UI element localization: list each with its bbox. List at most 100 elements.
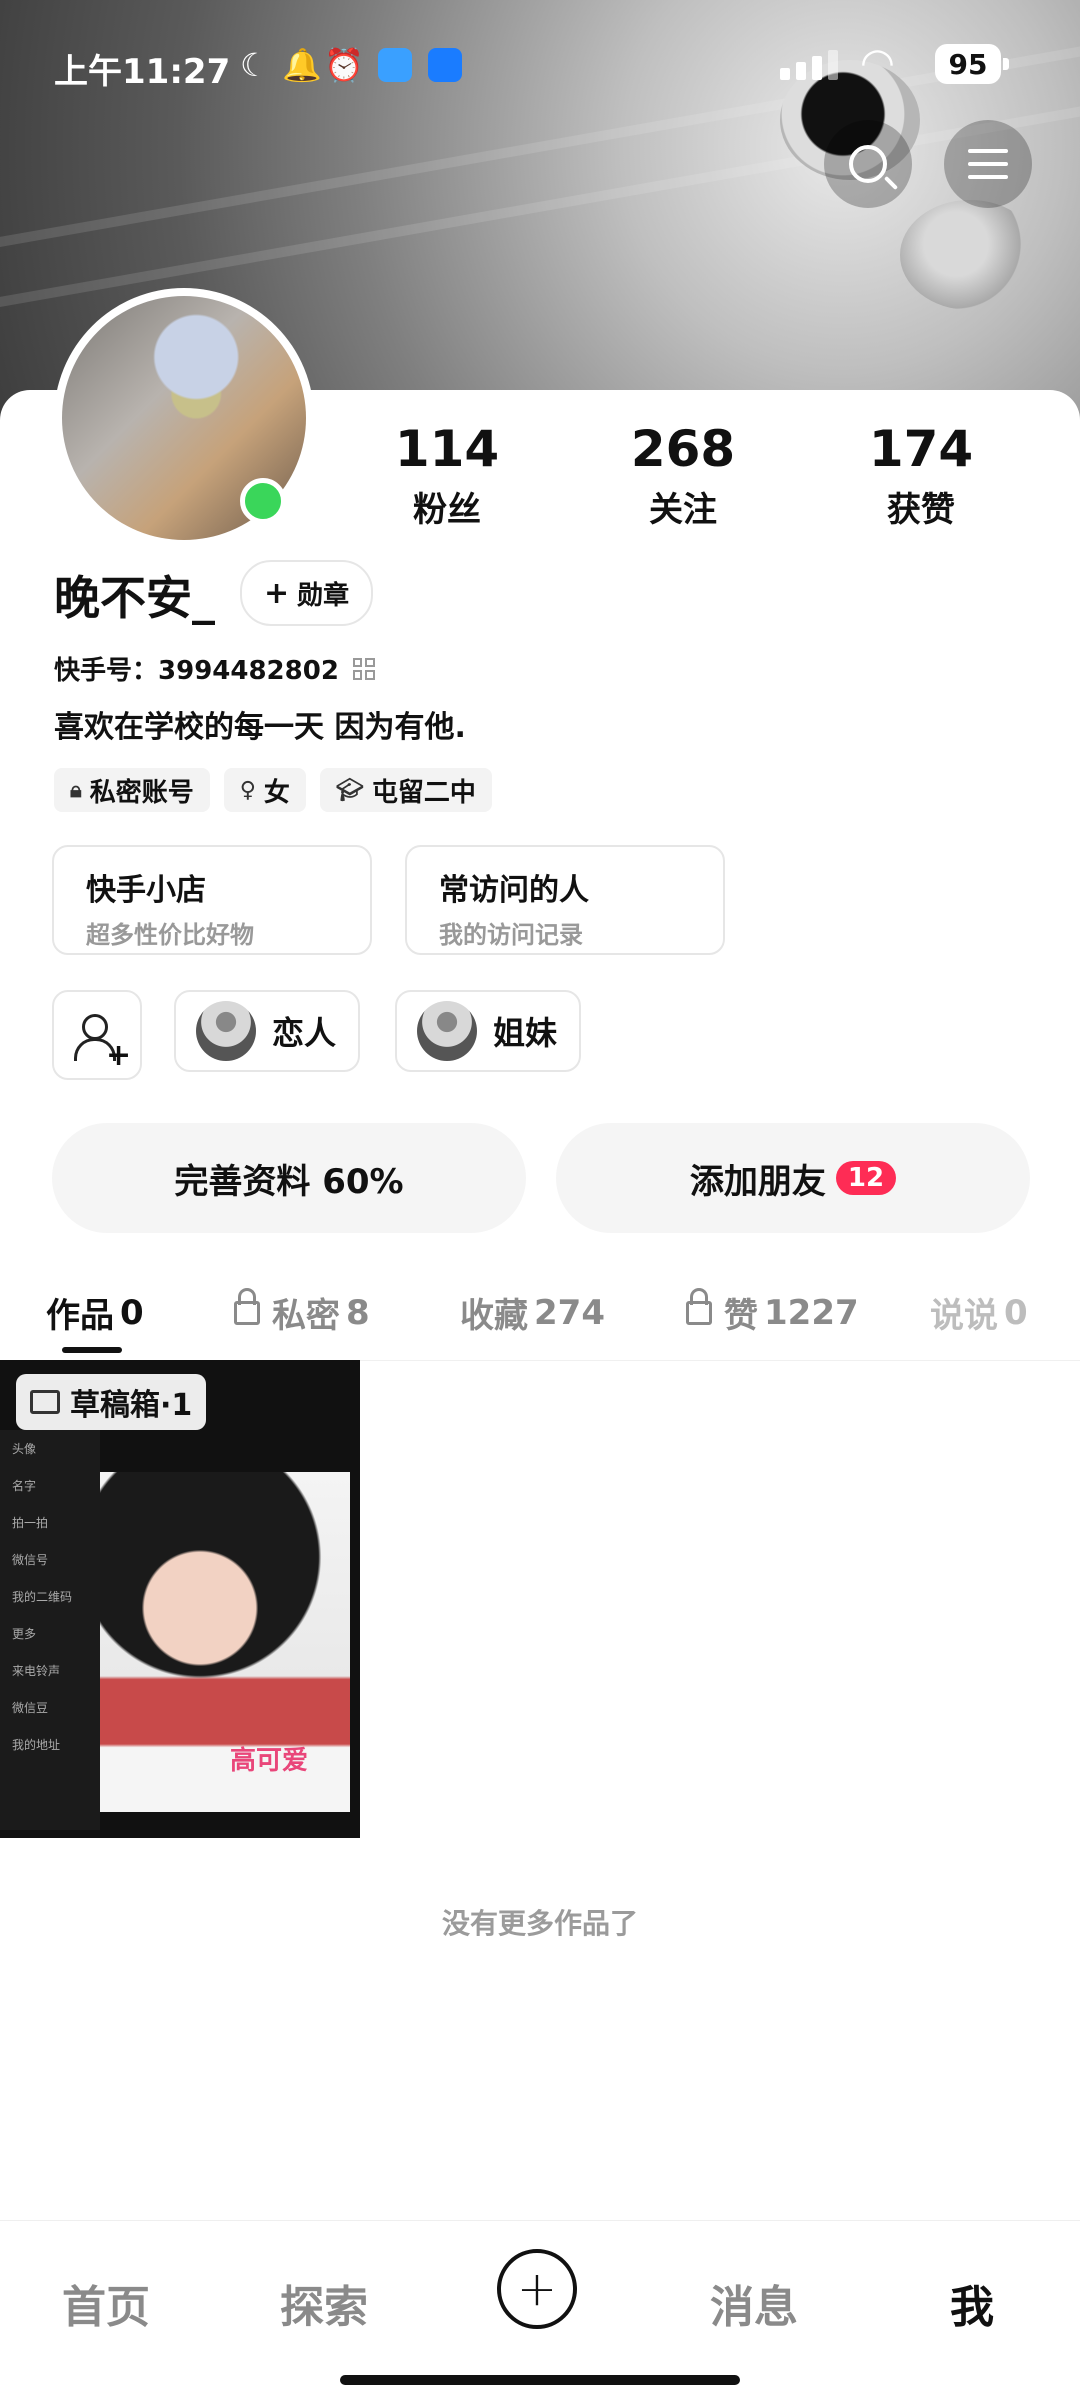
create-button[interactable]: + [497,2249,577,2329]
thumbnail-menu-item: 微信豆 [12,1701,49,1715]
menu-icon-bar [968,162,1008,166]
tab-likes[interactable]: 赞 1227 [686,1287,859,1337]
tab-label: 作品 [46,1296,114,1336]
qr-code-icon[interactable] [352,657,375,680]
thumbnail-menu-item: 来电铃声 [12,1664,61,1678]
folder-icon [30,1390,60,1414]
plus-icon: + [106,1038,132,1073]
badge-button-label: 勋章 [297,580,350,611]
plus-icon: + [264,575,290,611]
stat-label: 获赞 [887,490,955,530]
add-friends-count-badge: 12 [835,1161,897,1195]
card-subtitle: 超多性价比好物 [86,921,254,949]
kuaishou-id-row[interactable]: 快手号：3994482802 [54,650,375,687]
lock-icon: 🔒︎ [70,777,82,803]
menu-button[interactable] [944,120,1032,208]
cover-cat-nose [900,200,1040,310]
stat-following[interactable]: 268 关注 [608,420,758,531]
complete-profile-label: 完善资料 60% [174,1161,404,1202]
thumbnail-menu-item: 头像 [12,1442,37,1456]
nav-me[interactable]: 我 [950,2271,994,2335]
drafts-text: 草稿箱·1 [70,1388,193,1423]
relation-avatar [196,1001,256,1061]
app-notification-icon [378,48,412,82]
lock-icon [686,1287,712,1325]
tag-label: 屯留二中 [371,777,476,808]
thumbnail-sticker: 高可爱 [230,1746,309,1776]
tab-label: 赞 [724,1296,758,1336]
tab-count: 8 [346,1292,370,1333]
app-store-icon [428,48,462,82]
bell-icon: 🔔 [282,46,322,84]
search-button[interactable] [824,120,912,208]
tag-school[interactable]: 🎓︎ 屯留二中 [319,768,492,812]
drafts-thumbnail[interactable]: 头像 名字 拍一拍 微信号 我的二维码 更多 来电铃声 微信豆 我的地址 高可爱… [0,1360,360,1838]
relation-avatar [417,1001,477,1061]
stat-value: 114 [394,420,500,478]
graduation-cap-icon: 🎓︎ [335,777,364,803]
stat-followers[interactable]: 114 粉丝 [372,420,522,531]
card-subtitle: 我的访问记录 [439,921,583,949]
tag-gender[interactable]: ♀ 女 [223,768,306,812]
shop-card[interactable]: 快手小店 超多性价比好物 [52,845,372,955]
alarm-icon: ⏰ [324,46,364,84]
nav-messages[interactable]: 消息 [710,2271,798,2335]
status-bar: 上午11:27 ☾ 🔔 ⏰ ◠ 95 [0,0,1080,110]
plus-icon: + [516,2261,558,2317]
nav-home[interactable]: 首页 [62,2271,150,2335]
badge-button[interactable]: + 勋章 [240,560,374,626]
relation-sister[interactable]: 姐妹 [395,990,582,1072]
stat-label: 粉丝 [413,490,481,530]
tab-moments[interactable]: 说说 0 [930,1288,1028,1337]
nav-explore[interactable]: 探索 [280,2271,368,2335]
tag-private-account[interactable]: 🔒︎ 私密账号 [54,768,210,812]
profile-tags: 🔒︎ 私密账号 ♀ 女 🎓︎ 屯留二中 [54,768,492,812]
add-friends-label: 添加朋友 [689,1161,826,1202]
no-more-works-text: 没有更多作品了 [441,1907,638,1940]
drafts-label: 草稿箱·1 [16,1374,207,1430]
tab-works[interactable]: 作品 0 [46,1288,144,1337]
tab-favorites[interactable]: 收藏 274 [460,1288,605,1337]
thumbnail-settings-list: 头像 名字 拍一拍 微信号 我的二维码 更多 来电铃声 微信豆 我的地址 [0,1430,100,1830]
menu-icon-bar [968,175,1008,179]
tab-count: 0 [120,1292,144,1333]
card-title: 快手小店 [86,873,206,908]
tab-label: 说说 [930,1296,998,1336]
relation-lover[interactable]: 恋人 [174,990,361,1072]
content-tabs: 作品 0 私密 8 收藏 274 赞 1227 说说 0 [0,1270,1080,1361]
add-person-icon [82,1014,108,1040]
thumbnail-menu-item: 微信号 [12,1553,49,1567]
stat-likes[interactable]: 174 获赞 [846,420,996,531]
moon-icon: ☾ [240,46,269,84]
menu-icon [968,149,1008,153]
online-indicator [240,478,286,524]
thumbnail-menu-item: 拍一拍 [12,1516,49,1530]
relation-label: 恋人 [272,1014,337,1052]
tag-label: 私密账号 [89,777,194,808]
tab-label: 私密 [272,1296,340,1336]
stat-value: 174 [868,420,974,478]
add-friends-button[interactable]: 添加朋友 12 [556,1123,1030,1233]
lock-icon [234,1287,260,1325]
kuaishou-id: 3994482802 [158,656,339,686]
status-time: 上午11:27 [54,52,231,92]
wifi-icon: ◠ [860,40,895,86]
kuaishou-id-label: 快手号： [54,656,159,686]
add-relation-button[interactable]: + [52,990,142,1080]
active-tab-indicator [62,1347,122,1353]
tag-label: 女 [263,777,290,808]
tab-private[interactable]: 私密 8 [234,1287,370,1337]
relation-label: 姐妹 [493,1014,558,1052]
complete-profile-button[interactable]: 完善资料 60% [52,1123,526,1233]
battery-level: 95 [948,47,988,81]
frequent-visitors-card[interactable]: 常访问的人 我的访问记录 [405,845,725,955]
search-icon [849,145,887,183]
tab-count: 1227 [764,1292,859,1333]
tab-count: 0 [1004,1292,1028,1333]
thumbnail-menu-item: 名字 [12,1479,37,1493]
thumbnail-menu-item: 我的二维码 [12,1590,73,1604]
bottom-navigation: 首页 探索 + 消息 我 [0,2220,1080,2401]
thumbnail-photo [100,1472,350,1812]
profile-bio: 喜欢在学校的每一天 因为有他. [54,710,466,745]
female-icon: ♀ [239,777,256,803]
